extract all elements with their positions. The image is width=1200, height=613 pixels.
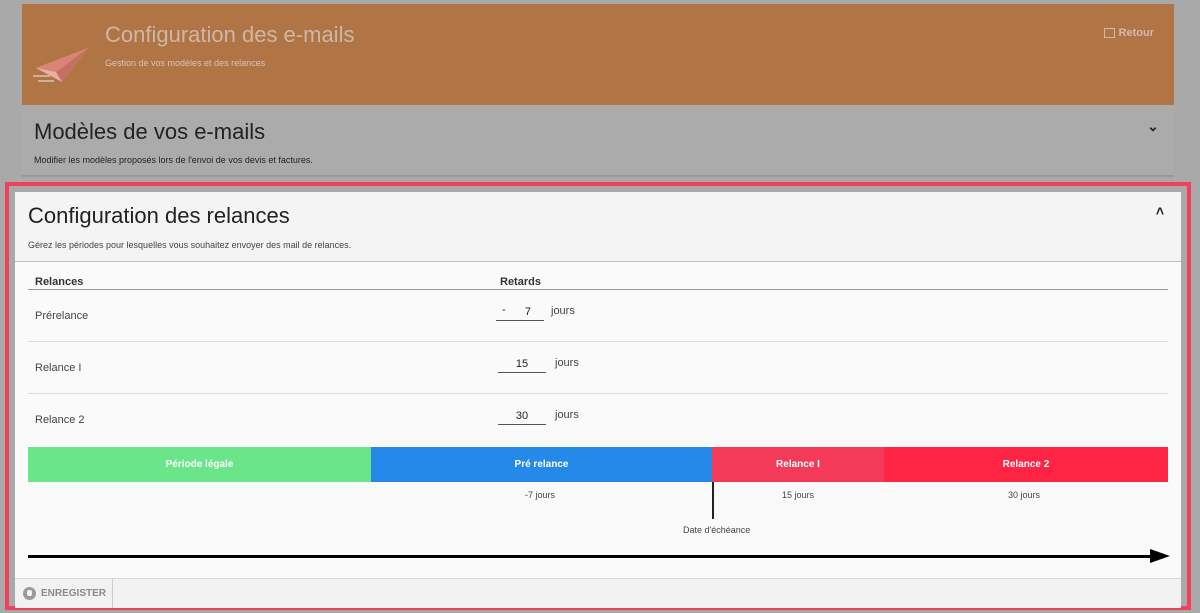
marker-prerelance: -7 jours [525,490,556,500]
deadline-label: Date d'échéance [683,525,751,535]
page-header: Configuration des e-mails Gestion de vos… [22,4,1174,105]
row-label: Relance 2 [35,414,85,426]
timeline-segment-relance-2: Relance 2 [884,447,1168,482]
deadline-marker-line [712,482,714,519]
reminders-panel-header[interactable]: Configuration des relances Gérez les pér… [15,192,1181,262]
reminders-panel-footer: ENREGISTER [15,578,1181,608]
column-header-relances: Relances [35,276,84,288]
row-label: Prérelance [35,310,89,322]
marker-relance-2: 30 jours [1008,490,1041,500]
timeline-segment-relance-1: Relance I [712,447,884,482]
chevron-up-icon[interactable]: ˄ [1153,204,1167,218]
save-button[interactable]: ENREGISTER [15,579,113,608]
models-panel-subtitle: Modifier les modèles proposés lors de l'… [34,155,313,165]
column-header-retards: Retards [500,276,541,288]
relance-1-delay-input[interactable] [498,356,546,373]
timeline-segment-legal: Période légale [28,447,371,482]
email-models-panel[interactable]: Modèles de vos e-mails Modifier les modè… [22,105,1174,177]
paper-plane-icon [33,48,88,82]
relance-2-delay-input[interactable] [498,408,546,425]
back-icon [1103,28,1115,38]
reminders-table-header: Relances Retards [28,270,1168,290]
prerelance-delay-input[interactable] [496,304,544,321]
save-icon [23,587,36,600]
unit-label: jours [555,357,579,369]
table-row: Prérelance - jours [28,290,1168,342]
table-row: Relance I jours [28,342,1168,394]
unit-label: jours [555,409,579,421]
chevron-down-icon[interactable]: ⌄ [1146,119,1160,133]
page-subtitle: Gestion de vos modèles et des relances [105,58,266,68]
save-label: ENREGISTER [41,588,107,599]
row-label: Relance I [35,362,82,374]
models-panel-title: Modèles de vos e-mails [34,119,266,144]
unit-label: jours [551,305,575,317]
reminder-timeline: Période légale Pré relance Relance I Rel… [28,447,1168,482]
table-row: Relance 2 jours [28,394,1168,446]
arrow-right-icon [1150,549,1170,563]
reminders-panel-title: Configuration des relances [28,203,290,228]
back-label: Retour [1118,27,1154,39]
timeline-segment-prerelance: Pré relance [371,447,712,482]
marker-relance-1: 15 jours [782,490,815,500]
reminders-panel: Configuration des relances Gérez les pér… [15,192,1181,608]
page-title: Configuration des e-mails [105,22,355,47]
back-button[interactable]: Retour [1103,27,1154,39]
time-axis-line [28,555,1160,558]
reminders-panel-subtitle: Gérez les périodes pour lesquelles vous … [28,240,352,250]
